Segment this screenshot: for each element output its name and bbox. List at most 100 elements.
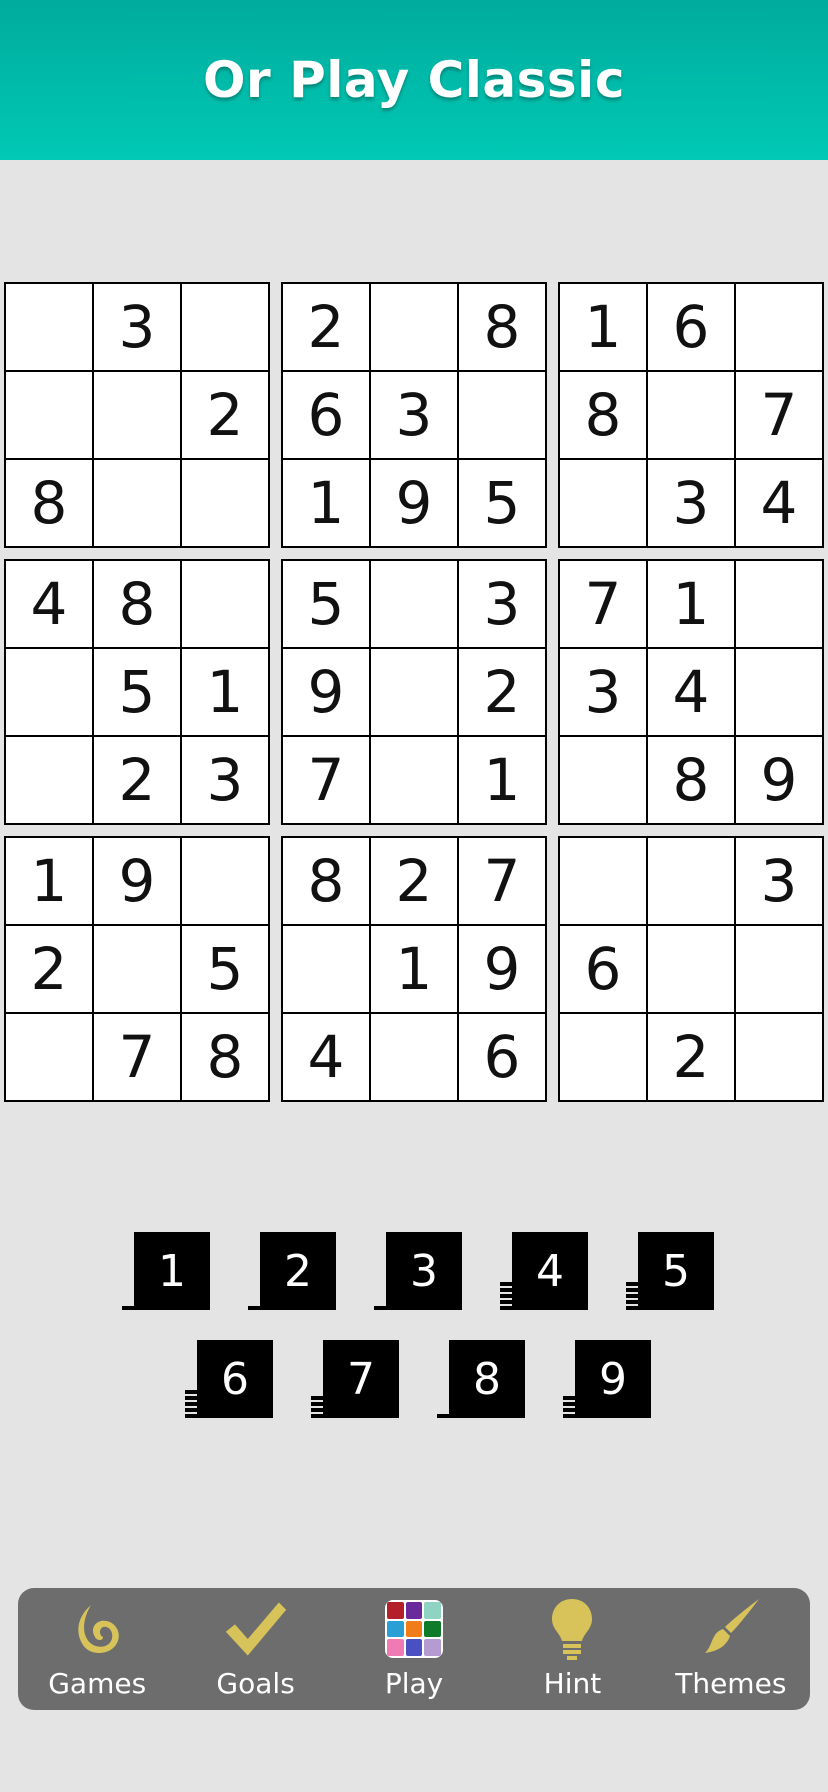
nav-play[interactable]: Play: [335, 1588, 493, 1710]
sudoku-cell[interactable]: 4: [735, 459, 823, 547]
sudoku-cell[interactable]: 5: [282, 560, 370, 648]
sudoku-cell[interactable]: 7: [458, 837, 546, 925]
sudoku-cell[interactable]: 2: [93, 736, 181, 824]
sudoku-cell[interactable]: 1: [647, 560, 735, 648]
sudoku-cell[interactable]: 6: [282, 371, 370, 459]
sudoku-cell[interactable]: 7: [93, 1013, 181, 1101]
nav-games[interactable]: Games: [18, 1588, 176, 1710]
sudoku-cell[interactable]: [5, 371, 93, 459]
number-key-1[interactable]: 1: [114, 1232, 210, 1310]
color-swatch: [387, 1620, 404, 1638]
sudoku-cell[interactable]: [181, 283, 269, 371]
nav-themes[interactable]: Themes: [652, 1588, 810, 1710]
sudoku-cell[interactable]: 9: [93, 837, 181, 925]
sudoku-cell[interactable]: 4: [282, 1013, 370, 1101]
sudoku-cell[interactable]: [559, 837, 647, 925]
number-key-2[interactable]: 2: [240, 1232, 336, 1310]
color-swatch: [405, 1620, 423, 1638]
sudoku-cell[interactable]: 4: [647, 648, 735, 736]
number-key-9[interactable]: 9: [555, 1340, 651, 1418]
sudoku-cell[interactable]: 3: [458, 560, 546, 648]
sudoku-cell[interactable]: [5, 1013, 93, 1101]
nav-label: Games: [48, 1667, 147, 1700]
number-key-3[interactable]: 3: [366, 1232, 462, 1310]
sudoku-cell[interactable]: [282, 925, 370, 1013]
nav-goals[interactable]: Goals: [176, 1588, 334, 1710]
sudoku-cell[interactable]: 2: [458, 648, 546, 736]
sudoku-cell[interactable]: [181, 837, 269, 925]
sudoku-cell[interactable]: [559, 736, 647, 824]
sudoku-cell[interactable]: 8: [282, 837, 370, 925]
sudoku-cell[interactable]: 8: [5, 459, 93, 547]
number-key-6[interactable]: 6: [177, 1340, 273, 1418]
sudoku-cell[interactable]: 7: [735, 371, 823, 459]
sudoku-cell[interactable]: [181, 560, 269, 648]
sudoku-cell[interactable]: 9: [458, 925, 546, 1013]
color-swatch: [424, 1620, 441, 1638]
sudoku-cell[interactable]: 9: [370, 459, 458, 547]
number-key-7[interactable]: 7: [303, 1340, 399, 1418]
sudoku-cell[interactable]: 1: [370, 925, 458, 1013]
sudoku-cell[interactable]: 9: [282, 648, 370, 736]
sudoku-cell[interactable]: [559, 1013, 647, 1101]
sudoku-cell[interactable]: 5: [458, 459, 546, 547]
sudoku-cell[interactable]: [735, 283, 823, 371]
sudoku-cell[interactable]: 8: [647, 736, 735, 824]
sudoku-cell[interactable]: 1: [282, 459, 370, 547]
number-key-4[interactable]: 4: [492, 1232, 588, 1310]
sudoku-cell[interactable]: 2: [181, 371, 269, 459]
sudoku-cell[interactable]: 6: [559, 925, 647, 1013]
sudoku-cell[interactable]: [458, 371, 546, 459]
sudoku-cell[interactable]: 3: [370, 371, 458, 459]
sudoku-cell[interactable]: 5: [181, 925, 269, 1013]
sudoku-cell[interactable]: [647, 371, 735, 459]
sudoku-cell[interactable]: [181, 459, 269, 547]
sudoku-cell[interactable]: [370, 736, 458, 824]
sudoku-cell[interactable]: [647, 925, 735, 1013]
sudoku-cell[interactable]: [735, 1013, 823, 1101]
sudoku-cell[interactable]: 5: [93, 648, 181, 736]
sudoku-cell[interactable]: 8: [93, 560, 181, 648]
sudoku-cell[interactable]: 6: [647, 283, 735, 371]
sudoku-cell[interactable]: [93, 925, 181, 1013]
sudoku-cell[interactable]: 2: [370, 837, 458, 925]
sudoku-cell[interactable]: 8: [559, 371, 647, 459]
sudoku-cell[interactable]: 3: [647, 459, 735, 547]
sudoku-cell[interactable]: [5, 283, 93, 371]
sudoku-cell[interactable]: [647, 837, 735, 925]
sudoku-cell[interactable]: 4: [5, 560, 93, 648]
sudoku-cell[interactable]: 3: [559, 648, 647, 736]
sudoku-cell[interactable]: 8: [181, 1013, 269, 1101]
sudoku-cell[interactable]: [735, 648, 823, 736]
sudoku-cell[interactable]: 3: [735, 837, 823, 925]
sudoku-cell[interactable]: [559, 459, 647, 547]
sudoku-cell[interactable]: [93, 371, 181, 459]
sudoku-cell[interactable]: 1: [181, 648, 269, 736]
nav-hint[interactable]: Hint: [493, 1588, 651, 1710]
sudoku-cell[interactable]: 9: [735, 736, 823, 824]
sudoku-cell[interactable]: [370, 648, 458, 736]
sudoku-box: 485123: [4, 559, 270, 825]
sudoku-cell[interactable]: [735, 560, 823, 648]
number-key-8[interactable]: 8: [429, 1340, 525, 1418]
sudoku-cell[interactable]: 2: [282, 283, 370, 371]
sudoku-cell[interactable]: 3: [93, 283, 181, 371]
sudoku-cell[interactable]: 1: [559, 283, 647, 371]
sudoku-cell[interactable]: [93, 459, 181, 547]
sudoku-cell[interactable]: 1: [5, 837, 93, 925]
sudoku-cell[interactable]: 7: [559, 560, 647, 648]
sudoku-cell[interactable]: [370, 1013, 458, 1101]
sudoku-cell[interactable]: 6: [458, 1013, 546, 1101]
sudoku-cell[interactable]: [5, 648, 93, 736]
sudoku-cell[interactable]: 7: [282, 736, 370, 824]
sudoku-cell[interactable]: 8: [458, 283, 546, 371]
sudoku-cell[interactable]: [370, 560, 458, 648]
sudoku-cell[interactable]: [5, 736, 93, 824]
sudoku-cell[interactable]: [370, 283, 458, 371]
sudoku-cell[interactable]: [735, 925, 823, 1013]
sudoku-cell[interactable]: 2: [5, 925, 93, 1013]
sudoku-cell[interactable]: 1: [458, 736, 546, 824]
number-key-5[interactable]: 5: [618, 1232, 714, 1310]
sudoku-cell[interactable]: 2: [647, 1013, 735, 1101]
sudoku-cell[interactable]: 3: [181, 736, 269, 824]
